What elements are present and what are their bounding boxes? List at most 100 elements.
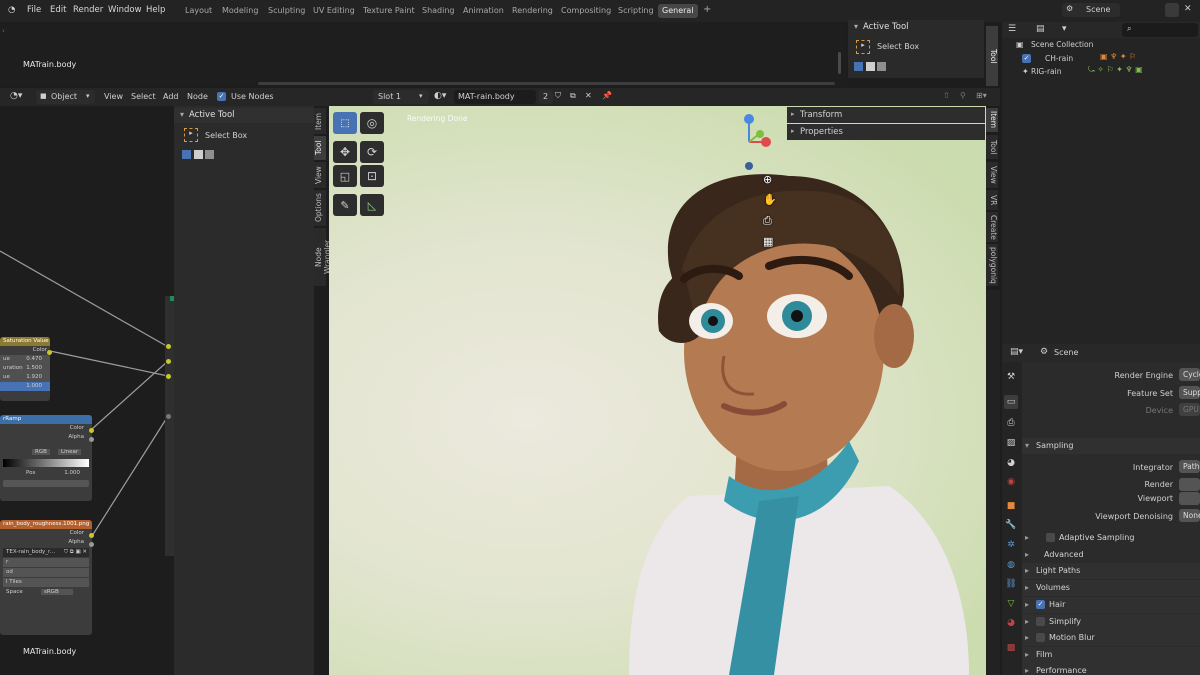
particles-icon[interactable]: ✲ <box>1004 538 1018 552</box>
feature-set-dropdown[interactable]: Supported <box>1179 386 1200 399</box>
rotate-tool[interactable]: ⟳ <box>360 141 384 163</box>
select-box-icon[interactable]: ▸ <box>856 40 870 54</box>
ramp-color-swatch[interactable] <box>3 480 89 487</box>
data-icon[interactable]: ▽ <box>1004 597 1018 611</box>
menu-render[interactable]: Render <box>73 5 103 15</box>
tab-view[interactable]: View <box>314 162 326 188</box>
ch-rain-checkbox[interactable]: ✓ <box>1022 54 1031 63</box>
motion-blur-checkbox[interactable] <box>1036 633 1045 642</box>
pan-hand-icon[interactable]: ✋ <box>763 193 777 206</box>
hsv-output-socket[interactable] <box>47 350 52 355</box>
display-mode-icon[interactable]: ▤ <box>1036 24 1045 34</box>
bsdf-input-socket[interactable] <box>166 344 171 349</box>
menu-window[interactable]: Window <box>108 5 142 15</box>
editor-type-icon[interactable]: ▤▾ <box>1010 347 1023 357</box>
section-adaptive-sampling[interactable]: Adaptive Sampling <box>1022 530 1200 546</box>
tab-rendering[interactable]: Rendering <box>508 4 557 18</box>
horizontal-scrollbar[interactable] <box>258 82 835 85</box>
parent-node-tree-icon[interactable]: ⇧ <box>943 91 950 100</box>
material-users-count[interactable]: 2 <box>539 90 553 104</box>
section-sampling[interactable]: Sampling <box>1022 438 1200 454</box>
ramp-color-socket[interactable] <box>89 428 94 433</box>
slot-dropdown[interactable]: Slot 1 ▾ <box>373 90 429 104</box>
tex-colorspace-row[interactable]: Space sRGB <box>3 588 89 597</box>
outliner-root[interactable]: Scene Collection <box>1031 40 1093 49</box>
constraints-icon[interactable]: ⛓ <box>1004 577 1018 591</box>
duplicate-icon[interactable]: ⧉ <box>570 91 576 101</box>
physics-icon[interactable]: ◍ <box>1004 558 1018 572</box>
menu-help[interactable]: Help <box>146 5 165 15</box>
hsv-row-value[interactable]: ue 1.920 <box>0 373 50 382</box>
modifier-wrench-icon[interactable]: 🔧 <box>1004 518 1018 532</box>
transform-tool[interactable]: ⊡ <box>360 165 384 187</box>
section-performance[interactable]: Performance <box>1022 663 1200 675</box>
render-samples-field[interactable] <box>1179 478 1200 491</box>
tex-color-socket[interactable] <box>89 533 94 538</box>
menu-add[interactable]: Add <box>163 92 179 101</box>
tab-sculpting[interactable]: Sculpting <box>264 4 309 18</box>
annotate-tool[interactable]: ✎ <box>333 194 357 216</box>
hsv-row-hue[interactable]: ue 0.470 <box>0 355 50 364</box>
section-film[interactable]: Film <box>1022 647 1200 663</box>
adaptive-sampling-checkbox[interactable] <box>1046 533 1055 542</box>
viewport-denoising-dropdown[interactable]: None <box>1179 509 1200 522</box>
hsv-row-saturation[interactable]: uration 1.500 <box>0 364 50 373</box>
object-icon[interactable]: ■ <box>1004 499 1018 513</box>
tex-alpha-socket[interactable] <box>89 542 94 547</box>
camera-icon[interactable]: ⎙ <box>763 214 772 228</box>
ramp-pos-row[interactable]: Pos 1.000 <box>0 469 92 478</box>
ramp-interpolation[interactable]: Linear <box>58 449 82 455</box>
tab-create[interactable]: Create <box>986 212 998 242</box>
editor-type-icon[interactable]: ☰ <box>1008 24 1016 34</box>
selection-mode-icons[interactable] <box>182 150 220 161</box>
tab-compositing[interactable]: Compositing <box>557 4 615 18</box>
select-box-tool[interactable]: ⬚ <box>333 112 357 134</box>
snap-mode-icon[interactable]: ⊞▾ <box>976 91 987 100</box>
tab-polygoniq[interactable]: polygoniq <box>986 244 998 286</box>
blender-logo-icon[interactable]: ◔ <box>8 5 15 15</box>
tex-image-selector[interactable]: TEX-rain_body_r... ⛉ ⧉ ▣ ✕ <box>3 548 89 557</box>
tab-tool-viewport[interactable]: Tool <box>986 135 998 159</box>
tab-node-wrangler[interactable]: Node Wrangler <box>314 228 332 286</box>
pin-icon[interactable]: 📌 <box>602 91 612 100</box>
colorramp-node[interactable]: rRamp Color Alpha RGB Linear Pos 1.000 <box>0 415 92 501</box>
world-icon[interactable]: ◉ <box>1004 475 1018 489</box>
navigation-gizmo[interactable] <box>723 112 773 172</box>
outliner-search-input[interactable]: ⌕ <box>1122 23 1198 37</box>
collapse-arrow-icon[interactable]: ▾ <box>180 110 184 119</box>
view-layer-icon[interactable]: ▨ <box>1004 436 1018 450</box>
bsdf-input-socket[interactable] <box>166 359 171 364</box>
tab-shading[interactable]: Shading <box>418 4 459 18</box>
editor-type-icon[interactable]: ◔▾ <box>10 91 22 101</box>
outliner-item-ch-rain[interactable]: CH-rain <box>1045 54 1073 63</box>
mode-dropdown[interactable]: ■ Object ▾ <box>36 90 95 104</box>
output-properties-icon[interactable]: ⎙ <box>1004 416 1018 430</box>
section-hair[interactable]: ✓ Hair <box>1022 597 1200 613</box>
simplify-checkbox[interactable] <box>1036 617 1045 626</box>
hsv-row-fac[interactable]: 1.000 <box>0 382 50 391</box>
tab-general[interactable]: General <box>658 4 698 18</box>
use-nodes-checkbox[interactable]: ✓ <box>217 92 226 101</box>
integrator-dropdown[interactable]: Path <box>1179 460 1200 473</box>
section-volumes[interactable]: Volumes <box>1022 580 1200 596</box>
zoom-icon[interactable]: ⊕ <box>763 173 772 186</box>
tool-settings-icon[interactable]: ⚒ <box>1004 370 1018 384</box>
section-light-paths[interactable]: Light Paths <box>1022 563 1200 579</box>
tab-layout[interactable]: Layout <box>181 4 216 18</box>
add-workspace-icon[interactable]: + <box>699 2 715 16</box>
tab-scripting[interactable]: Scripting <box>614 4 658 18</box>
tab-vr[interactable]: VR <box>986 190 998 210</box>
menu-node[interactable]: Node <box>187 92 208 101</box>
tex-extension[interactable]: l Tiles <box>3 578 89 587</box>
tab-texture-paint[interactable]: Texture Paint <box>359 4 419 18</box>
ramp-color-mode[interactable]: RGB <box>32 449 50 455</box>
tab-item-viewport[interactable]: Item <box>986 108 998 132</box>
selection-mode-icons[interactable] <box>854 62 892 73</box>
menu-select[interactable]: Select <box>131 92 156 101</box>
tab-options[interactable]: Options <box>314 190 326 226</box>
texture-icon[interactable]: ▩ <box>1004 641 1018 655</box>
snap-icon[interactable]: ⚲ <box>960 91 966 100</box>
bsdf-input-socket[interactable] <box>166 374 171 379</box>
menu-edit[interactable]: Edit <box>50 5 66 15</box>
tab-modeling[interactable]: Modeling <box>218 4 262 18</box>
